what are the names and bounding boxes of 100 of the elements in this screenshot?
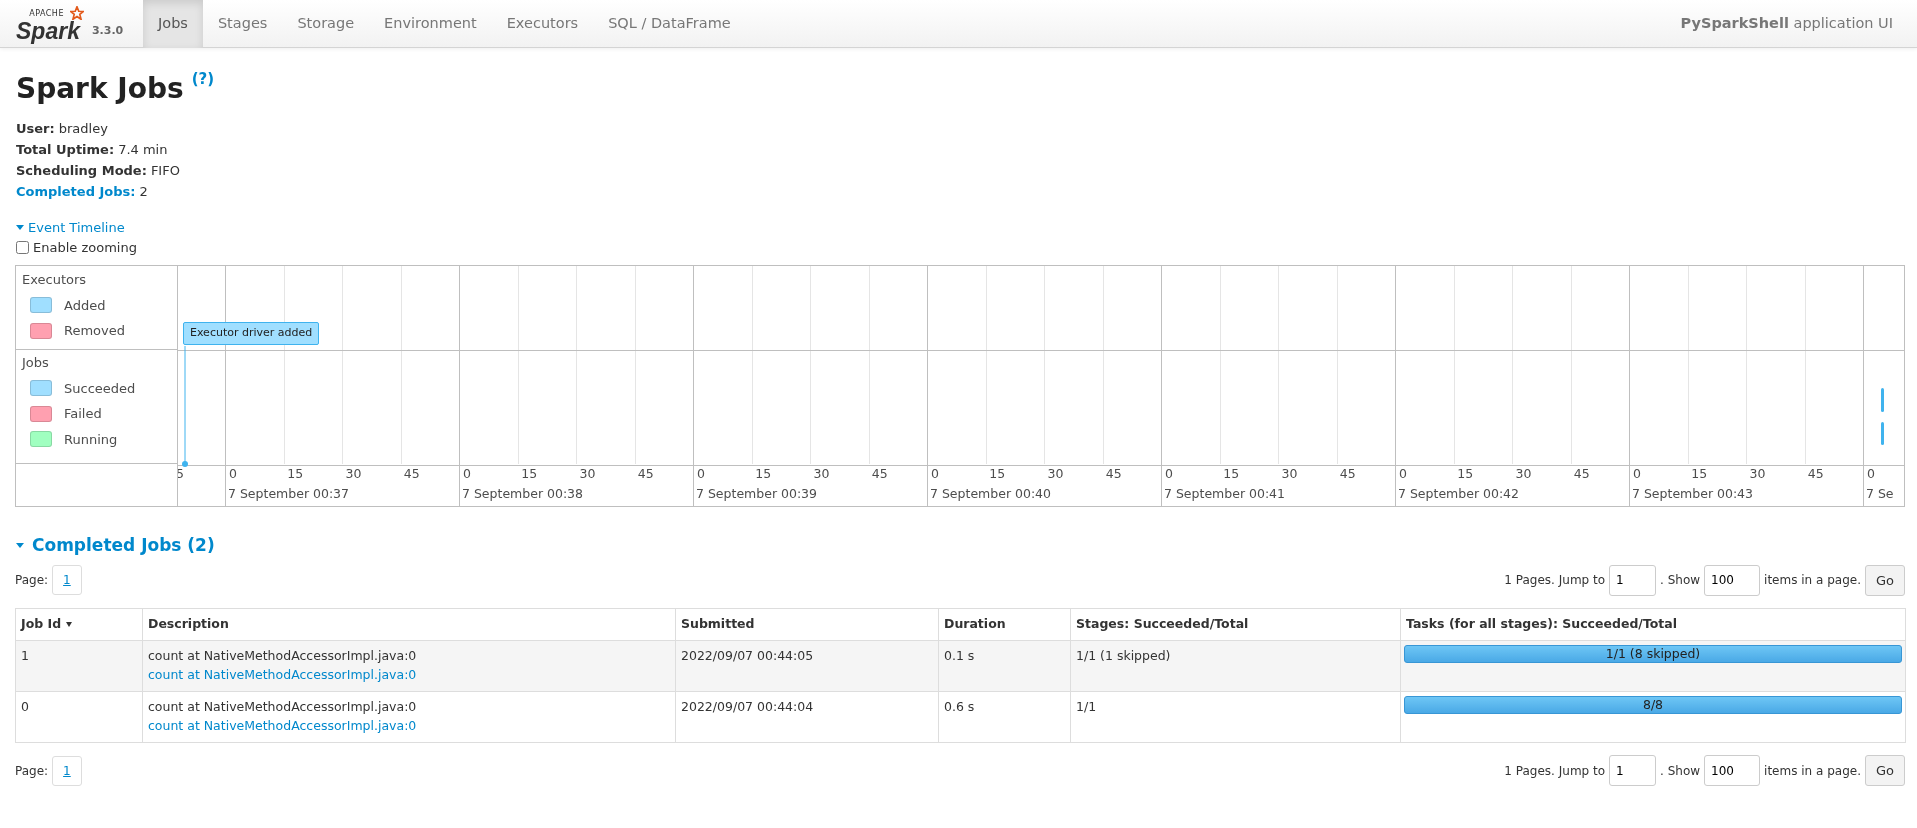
- page-size-field[interactable]: 100: [1704, 755, 1761, 786]
- axis-tick: 45: [1572, 465, 1591, 483]
- job-marker[interactable]: [1881, 388, 1884, 412]
- axis-tick: 30: [1280, 465, 1299, 483]
- axis-tick: 0: [930, 465, 940, 483]
- nav-tab[interactable]: Storage: [282, 0, 370, 48]
- summary-value: 7.4 min: [118, 141, 168, 159]
- axis-tick: 15: [754, 465, 773, 483]
- page-label: Page:: [15, 572, 49, 590]
- summary-value: 2: [139, 183, 148, 201]
- legend-label: Succeeded: [64, 379, 136, 398]
- items-text: items in a page.: [1764, 572, 1861, 590]
- axis-tick: 15: [1690, 465, 1709, 483]
- axis-tick: 0: [1866, 465, 1876, 483]
- nav-tab[interactable]: Executors: [491, 0, 594, 48]
- summary-link[interactable]: Completed Jobs:: [16, 181, 136, 202]
- show-text: . Show: [1660, 762, 1701, 780]
- summary-value: FIFO: [150, 162, 180, 180]
- axis-date-label: 7 September 00:42: [1397, 485, 1520, 503]
- axis-tick: 0: [1398, 465, 1408, 483]
- axis-tick: 0: [462, 465, 472, 483]
- completed-jobs-toggle[interactable]: Completed Jobs (2): [16, 533, 215, 559]
- table-cell: 1: [21, 647, 29, 663]
- axis-date-label: 7 September 00:43: [1631, 485, 1754, 503]
- table-cell: 0.6 s: [944, 698, 975, 714]
- axis-tick: 0: [1164, 465, 1174, 483]
- axis-tick: 15: [1456, 465, 1475, 483]
- summary-value: bradley: [58, 120, 108, 138]
- axis-date-label: 7 September 00:41: [1163, 485, 1286, 503]
- axis-tick: 15: [988, 465, 1007, 483]
- summary-label: Total Uptime:: [16, 141, 115, 159]
- axis-tick: 15: [520, 465, 539, 483]
- nav-tab[interactable]: SQL / DataFrame: [593, 0, 746, 48]
- zoom-label[interactable]: Enable zooming: [33, 237, 137, 257]
- axis-tick: 30: [344, 465, 363, 483]
- pages-text: 1 Pages. Jump to: [1504, 762, 1606, 780]
- version-label: 3.3.0: [91, 22, 124, 39]
- summary-label: Scheduling Mode:: [16, 162, 147, 180]
- table-cell: 0: [21, 698, 29, 714]
- table-cell-text: count at NativeMethodAccessorImpl.java:0: [148, 697, 418, 716]
- nav-tab[interactable]: Jobs: [143, 0, 203, 48]
- axis-tick: 30: [1514, 465, 1533, 483]
- axis-tick: 30: [1046, 465, 1065, 483]
- table-cell: 1/1: [1076, 698, 1097, 714]
- axis-tick: 0: [696, 465, 706, 483]
- axis-tick: 0: [1632, 465, 1642, 483]
- axis-tick: 30: [578, 465, 597, 483]
- axis-tick: 0: [228, 465, 238, 483]
- axis-tick: 45: [1338, 465, 1357, 483]
- go-button[interactable]: Go: [1864, 754, 1905, 787]
- page-link[interactable]: 1: [52, 755, 82, 786]
- axis-date-label: 7 Se: [1865, 485, 1895, 503]
- column-header[interactable]: Submitted: [681, 616, 755, 631]
- axis-date-label: 7 September 00:38: [461, 485, 584, 503]
- go-button[interactable]: Go: [1864, 564, 1905, 596]
- legend-title: Jobs: [22, 354, 50, 372]
- axis-tick: 15: [286, 465, 305, 483]
- page-label: Page:: [15, 762, 49, 780]
- zoom-checkbox[interactable]: [16, 240, 29, 254]
- axis-date-label: 7 September 00:37: [227, 485, 350, 503]
- axis-tick: 30: [812, 465, 831, 483]
- column-header[interactable]: Job Id: [21, 616, 62, 631]
- nav-tab[interactable]: Stages: [202, 0, 283, 48]
- column-header[interactable]: Description: [148, 616, 229, 631]
- axis-tick: 45: [402, 465, 421, 483]
- axis-date-label: 7 September 00:40: [929, 485, 1052, 503]
- legend-label: Removed: [64, 322, 125, 340]
- jump-to-field[interactable]: 1: [1609, 755, 1657, 786]
- jump-to-field[interactable]: 1: [1609, 564, 1657, 596]
- table-cell-text: count at NativeMethodAccessorImpl.java:0: [148, 646, 418, 665]
- legend-label: Added: [64, 296, 106, 315]
- job-marker[interactable]: [1881, 422, 1884, 445]
- app-name: PySparkShell application UI: [1680, 13, 1893, 33]
- axis-tick: 45: [636, 465, 655, 483]
- progress-text: 8/8: [1641, 695, 1665, 714]
- axis-date-label: 7 September 00:39: [695, 485, 818, 503]
- table-cell: 2022/09/07 00:44:05: [681, 647, 814, 663]
- table-cell: 2022/09/07 00:44:04: [681, 698, 814, 714]
- executor-event[interactable]: Executor driver added: [183, 322, 320, 345]
- summary-label: User:: [16, 120, 55, 138]
- axis-tick: 45: [1104, 465, 1123, 483]
- description-link[interactable]: count at NativeMethodAccessorImpl.java:0: [148, 666, 417, 682]
- page-link[interactable]: 1: [52, 565, 82, 596]
- axis-tick: 45: [1806, 465, 1825, 483]
- legend-label: Failed: [64, 405, 102, 423]
- page-size-field[interactable]: 100: [1704, 564, 1761, 596]
- table-cell: 0.1 s: [944, 647, 975, 663]
- description-link[interactable]: count at NativeMethodAccessorImpl.java:0: [148, 717, 417, 733]
- sort-icon[interactable]: [66, 622, 73, 627]
- legend-title: Executors: [22, 271, 88, 289]
- show-text: . Show: [1660, 572, 1701, 590]
- axis-tick: 15: [1222, 465, 1241, 483]
- page-title: Spark Jobs: [16, 71, 184, 107]
- nav-tab[interactable]: Environment: [369, 0, 492, 48]
- help-link[interactable]: (?): [191, 68, 215, 91]
- event-timeline-toggle[interactable]: Event Timeline: [16, 218, 125, 238]
- pages-text: 1 Pages. Jump to: [1504, 572, 1606, 590]
- table-cell: 1/1 (1 skipped): [1076, 647, 1171, 663]
- items-text: items in a page.: [1764, 762, 1861, 780]
- progress-text: 1/1 (8 skipped): [1604, 644, 1702, 663]
